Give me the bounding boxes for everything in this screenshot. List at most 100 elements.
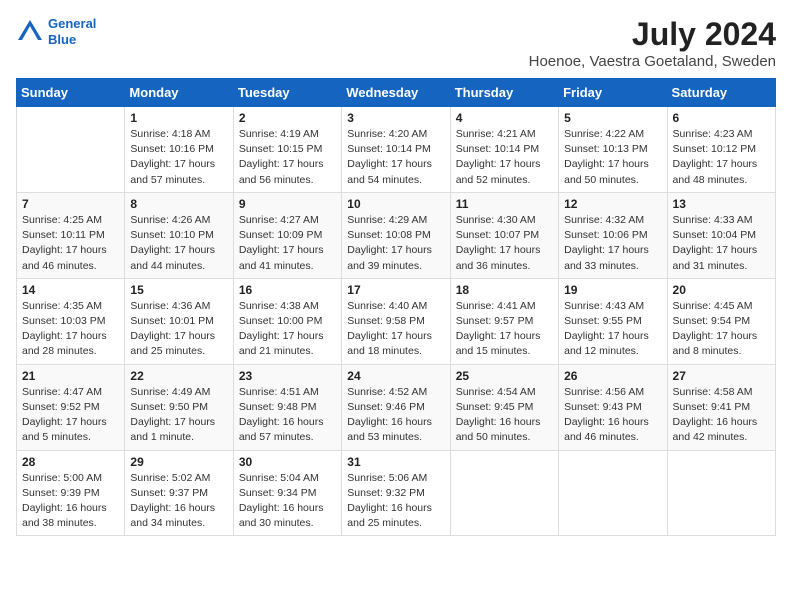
day-number: 27: [673, 369, 770, 383]
calendar-cell: 23 Sunrise: 4:51 AM Sunset: 9:48 PM Dayli…: [233, 364, 341, 450]
weekday-header-wednesday: Wednesday: [342, 79, 450, 107]
day-info: Sunrise: 4:30 AM Sunset: 10:07 PM Daylig…: [456, 213, 553, 274]
calendar-cell: 9 Sunrise: 4:27 AM Sunset: 10:09 PM Dayli…: [233, 192, 341, 278]
day-info: Sunrise: 4:29 AM Sunset: 10:08 PM Daylig…: [347, 213, 444, 274]
day-number: 5: [564, 111, 661, 125]
weekday-header-thursday: Thursday: [450, 79, 558, 107]
day-info: Sunrise: 4:38 AM Sunset: 10:00 PM Daylig…: [239, 299, 336, 360]
day-number: 7: [22, 197, 119, 211]
calendar-cell: 25 Sunrise: 4:54 AM Sunset: 9:45 PM Dayli…: [450, 364, 558, 450]
calendar-cell: 15 Sunrise: 4:36 AM Sunset: 10:01 PM Dayl…: [125, 278, 233, 364]
day-number: 15: [130, 283, 227, 297]
calendar-cell: 21Sunrise: 4:47 AM Sunset: 9:52 PM Dayli…: [17, 364, 125, 450]
day-number: 26: [564, 369, 661, 383]
calendar-cell: 17 Sunrise: 4:40 AM Sunset: 9:58 PM Dayli…: [342, 278, 450, 364]
weekday-header-monday: Monday: [125, 79, 233, 107]
day-number: 4: [456, 111, 553, 125]
calendar-cell: [17, 107, 125, 193]
calendar-table: SundayMondayTuesdayWednesdayThursdayFrid…: [16, 78, 776, 536]
day-number: 22: [130, 369, 227, 383]
day-number: 20: [673, 283, 770, 297]
calendar-cell: 16 Sunrise: 4:38 AM Sunset: 10:00 PM Dayl…: [233, 278, 341, 364]
day-info: Sunrise: 4:27 AM Sunset: 10:09 PM Daylig…: [239, 213, 336, 274]
calendar-cell: [450, 450, 558, 536]
logo-line2: Blue: [48, 32, 76, 47]
day-info: Sunrise: 4:49 AM Sunset: 9:50 PM Dayligh…: [130, 385, 227, 446]
page-header: General Blue July 2024 Hoenoe, Vaestra G…: [16, 16, 776, 70]
day-info: Sunrise: 4:40 AM Sunset: 9:58 PM Dayligh…: [347, 299, 444, 360]
day-number: 13: [673, 197, 770, 211]
day-info: Sunrise: 4:18 AM Sunset: 10:16 PM Daylig…: [130, 127, 227, 188]
weekday-header-tuesday: Tuesday: [233, 79, 341, 107]
weekday-header-friday: Friday: [559, 79, 667, 107]
weekday-header-row: SundayMondayTuesdayWednesdayThursdayFrid…: [17, 79, 776, 107]
calendar-cell: 5Sunrise: 4:22 AM Sunset: 10:13 PM Dayli…: [559, 107, 667, 193]
calendar-cell: 18 Sunrise: 4:41 AM Sunset: 9:57 PM Dayli…: [450, 278, 558, 364]
day-number: 8: [130, 197, 227, 211]
day-info: Sunrise: 4:43 AM Sunset: 9:55 PM Dayligh…: [564, 299, 661, 360]
day-number: 1: [130, 111, 227, 125]
day-info: Sunrise: 4:52 AM Sunset: 9:46 PM Dayligh…: [347, 385, 444, 446]
calendar-cell: 27 Sunrise: 4:58 AM Sunset: 9:41 PM Dayli…: [667, 364, 775, 450]
day-info: Sunrise: 4:25 AM Sunset: 10:11 PM Daylig…: [22, 213, 119, 274]
day-number: 3: [347, 111, 444, 125]
day-number: 17: [347, 283, 444, 297]
calendar-cell: 13Sunrise: 4:33 AM Sunset: 10:04 PM Dayl…: [667, 192, 775, 278]
day-number: 9: [239, 197, 336, 211]
day-info: Sunrise: 4:58 AM Sunset: 9:41 PM Dayligh…: [673, 385, 770, 446]
calendar-cell: 19 Sunrise: 4:43 AM Sunset: 9:55 PM Dayli…: [559, 278, 667, 364]
week-row-2: 7 Sunrise: 4:25 AM Sunset: 10:11 PM Dayli…: [17, 192, 776, 278]
calendar-cell: 7 Sunrise: 4:25 AM Sunset: 10:11 PM Dayli…: [17, 192, 125, 278]
week-row-5: 28 Sunrise: 5:00 AM Sunset: 9:39 PM Dayli…: [17, 450, 776, 536]
calendar-cell: 14Sunrise: 4:35 AM Sunset: 10:03 PM Dayl…: [17, 278, 125, 364]
day-info: Sunrise: 4:20 AM Sunset: 10:14 PM Daylig…: [347, 127, 444, 188]
day-info: Sunrise: 4:41 AM Sunset: 9:57 PM Dayligh…: [456, 299, 553, 360]
day-info: Sunrise: 4:36 AM Sunset: 10:01 PM Daylig…: [130, 299, 227, 360]
day-number: 31: [347, 455, 444, 469]
day-info: Sunrise: 4:47 AM Sunset: 9:52 PM Dayligh…: [22, 385, 119, 446]
day-info: Sunrise: 4:35 AM Sunset: 10:03 PM Daylig…: [22, 299, 119, 360]
calendar-cell: 28 Sunrise: 5:00 AM Sunset: 9:39 PM Dayli…: [17, 450, 125, 536]
month-year: July 2024: [529, 16, 776, 53]
calendar-cell: 10 Sunrise: 4:29 AM Sunset: 10:08 PM Dayl…: [342, 192, 450, 278]
day-number: 2: [239, 111, 336, 125]
day-info: Sunrise: 4:19 AM Sunset: 10:15 PM Daylig…: [239, 127, 336, 188]
calendar-cell: 3 Sunrise: 4:20 AM Sunset: 10:14 PM Dayli…: [342, 107, 450, 193]
title-block: July 2024 Hoenoe, Vaestra Goetaland, Swe…: [529, 16, 776, 70]
week-row-4: 21Sunrise: 4:47 AM Sunset: 9:52 PM Dayli…: [17, 364, 776, 450]
day-info: Sunrise: 4:32 AM Sunset: 10:06 PM Daylig…: [564, 213, 661, 274]
calendar-cell: 6 Sunrise: 4:23 AM Sunset: 10:12 PM Dayli…: [667, 107, 775, 193]
day-info: Sunrise: 5:04 AM Sunset: 9:34 PM Dayligh…: [239, 471, 336, 532]
day-info: Sunrise: 4:54 AM Sunset: 9:45 PM Dayligh…: [456, 385, 553, 446]
day-number: 11: [456, 197, 553, 211]
calendar-cell: 30Sunrise: 5:04 AM Sunset: 9:34 PM Dayli…: [233, 450, 341, 536]
day-number: 19: [564, 283, 661, 297]
day-number: 12: [564, 197, 661, 211]
day-info: Sunrise: 4:23 AM Sunset: 10:12 PM Daylig…: [673, 127, 770, 188]
day-number: 23: [239, 369, 336, 383]
day-number: 29: [130, 455, 227, 469]
day-info: Sunrise: 4:56 AM Sunset: 9:43 PM Dayligh…: [564, 385, 661, 446]
day-info: Sunrise: 4:45 AM Sunset: 9:54 PM Dayligh…: [673, 299, 770, 360]
logo-line1: General: [48, 16, 96, 31]
logo-icon: [16, 18, 44, 46]
logo: General Blue: [16, 16, 96, 47]
day-number: 18: [456, 283, 553, 297]
weekday-header-sunday: Sunday: [17, 79, 125, 107]
day-number: 25: [456, 369, 553, 383]
day-number: 24: [347, 369, 444, 383]
calendar-cell: [667, 450, 775, 536]
weekday-header-saturday: Saturday: [667, 79, 775, 107]
calendar-cell: 1 Sunrise: 4:18 AM Sunset: 10:16 PM Dayli…: [125, 107, 233, 193]
day-info: Sunrise: 4:51 AM Sunset: 9:48 PM Dayligh…: [239, 385, 336, 446]
calendar-cell: 12 Sunrise: 4:32 AM Sunset: 10:06 PM Dayl…: [559, 192, 667, 278]
day-info: Sunrise: 5:02 AM Sunset: 9:37 PM Dayligh…: [130, 471, 227, 532]
day-number: 6: [673, 111, 770, 125]
day-number: 28: [22, 455, 119, 469]
day-info: Sunrise: 5:00 AM Sunset: 9:39 PM Dayligh…: [22, 471, 119, 532]
calendar-cell: 2 Sunrise: 4:19 AM Sunset: 10:15 PM Dayli…: [233, 107, 341, 193]
day-number: 10: [347, 197, 444, 211]
day-number: 16: [239, 283, 336, 297]
day-info: Sunrise: 5:06 AM Sunset: 9:32 PM Dayligh…: [347, 471, 444, 532]
week-row-1: 1 Sunrise: 4:18 AM Sunset: 10:16 PM Dayli…: [17, 107, 776, 193]
